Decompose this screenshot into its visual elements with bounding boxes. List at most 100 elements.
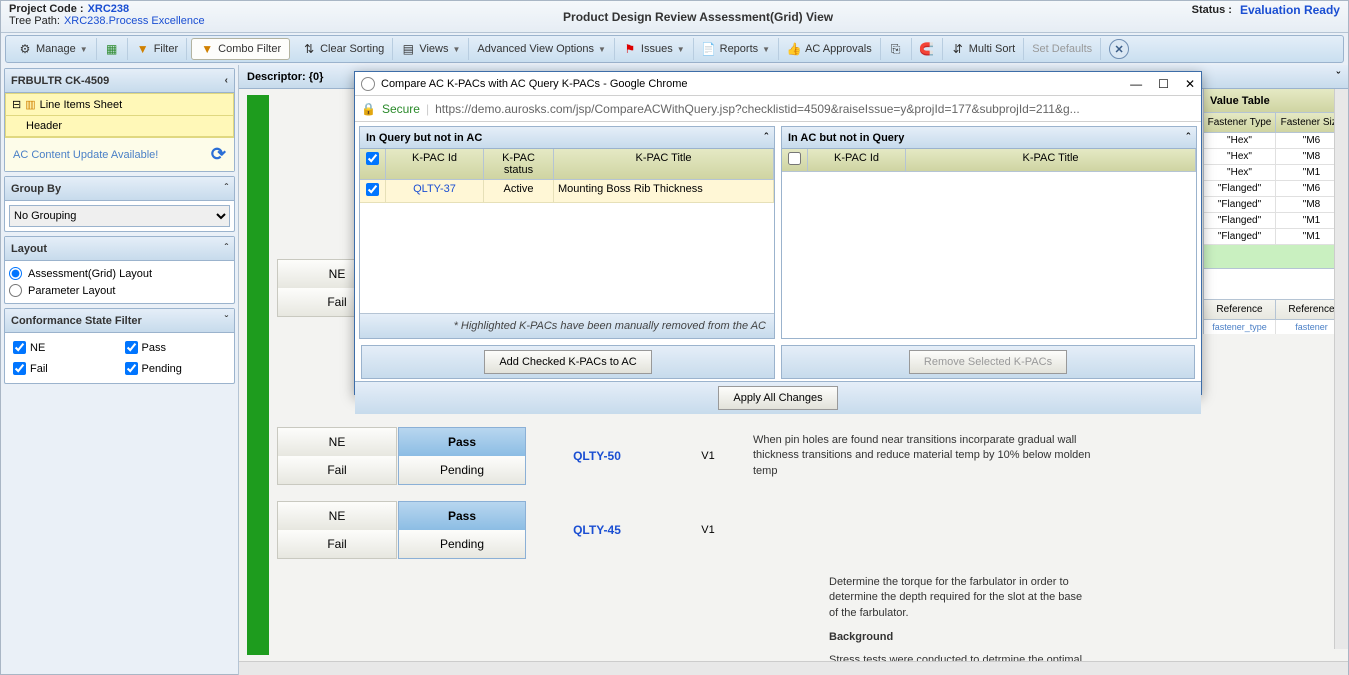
copy-button[interactable]: ⎘ bbox=[881, 38, 912, 60]
close-toolbar-button[interactable]: ✕ bbox=[1109, 39, 1129, 59]
select-all-checkbox[interactable] bbox=[788, 152, 801, 165]
adv-view-button[interactable]: Advanced View Options▼ bbox=[469, 38, 615, 60]
chevron-up-icon[interactable]: ˆ bbox=[225, 243, 228, 254]
col-kpac-id: K-PAC Id bbox=[386, 149, 484, 179]
layout-radio-param[interactable] bbox=[9, 284, 22, 297]
sort-icon: ⇅ bbox=[302, 42, 316, 56]
project-code-link[interactable]: XRC238 bbox=[88, 3, 130, 15]
table-row[interactable]: "Flanged""M1 bbox=[1204, 213, 1348, 229]
value-table-panel: Value Table Fastener TypeFastener Size "… bbox=[1203, 89, 1348, 334]
add-kpacs-button[interactable]: Add Checked K-PACs to AC bbox=[484, 350, 651, 374]
sidebar-title: FRBULTR CK-4509 bbox=[11, 75, 109, 87]
col-kpac-status: K-PAC status bbox=[484, 149, 554, 179]
reports-button[interactable]: 📄Reports▼ bbox=[694, 38, 779, 60]
approvals-button[interactable]: 👍AC Approvals bbox=[779, 38, 881, 60]
excel-button[interactable]: ▦ bbox=[97, 38, 128, 60]
tree-path-link[interactable]: XRC238.Process Excellence bbox=[64, 15, 205, 27]
table-row[interactable]: "Flanged""M8 bbox=[1204, 197, 1348, 213]
grouping-select[interactable]: No Grouping bbox=[9, 205, 230, 227]
multi-sort-button[interactable]: ⇵Multi Sort bbox=[943, 38, 1024, 60]
combo-filter-button[interactable]: ▼Combo Filter bbox=[191, 38, 290, 60]
tree-header-node[interactable]: Header bbox=[5, 116, 234, 137]
pending-button[interactable]: Pending bbox=[399, 530, 525, 558]
pass-button[interactable]: Pass bbox=[399, 428, 525, 456]
dialog-title: Compare AC K-PACs with AC Query K-PACs -… bbox=[381, 78, 687, 90]
conf-filter-title: Conformance State Filter bbox=[11, 315, 142, 327]
excel-icon: ▦ bbox=[105, 42, 119, 56]
chevron-down-icon[interactable]: ˇ bbox=[225, 315, 228, 326]
views-icon: ▤ bbox=[401, 42, 415, 56]
tree-line-items[interactable]: ⊟▥Line Items Sheet bbox=[5, 93, 234, 116]
collapse-icon[interactable]: ˆ bbox=[764, 132, 768, 144]
version-cell: V1 bbox=[668, 427, 748, 485]
kpac-status: Active bbox=[484, 180, 554, 202]
favicon-icon bbox=[361, 77, 375, 91]
chevron-down-icon[interactable]: ˇ bbox=[1336, 71, 1340, 83]
removed-note: * Highlighted K-PACs have been manually … bbox=[360, 313, 774, 338]
kpac-title: Mounting Boss Rib Thickness bbox=[554, 180, 774, 202]
horizontal-scrollbar[interactable] bbox=[239, 661, 1348, 675]
row-description: Determine the torque for the farbulator … bbox=[829, 575, 1089, 621]
magnet-button[interactable]: 🧲 bbox=[912, 38, 943, 60]
row-description: When pin holes are found near transition… bbox=[753, 433, 1105, 479]
views-button[interactable]: ▤Views▼ bbox=[393, 38, 469, 60]
filter-button[interactable]: ▼Filter bbox=[128, 38, 187, 60]
issues-icon: ⚑ bbox=[623, 42, 637, 56]
fail-button[interactable]: Fail bbox=[278, 530, 396, 558]
pass-button[interactable]: Pass bbox=[399, 502, 525, 530]
set-defaults-button[interactable]: Set Defaults bbox=[1024, 38, 1101, 60]
collapse-icon[interactable]: ˆ bbox=[1186, 132, 1190, 144]
ref-sub[interactable]: fastener_type bbox=[1204, 320, 1276, 334]
cb-pass[interactable] bbox=[125, 341, 138, 354]
kpac-link[interactable]: QLTY-50 bbox=[573, 449, 621, 463]
url-bar[interactable]: https://demo.aurosks.com/jsp/CompareACWi… bbox=[435, 102, 1195, 116]
descriptor-label: Descriptor: {0} bbox=[247, 71, 323, 83]
multisort-icon: ⇵ bbox=[951, 42, 965, 56]
left-panel-title: In Query but not in AC bbox=[366, 132, 482, 144]
pending-button[interactable]: Pending bbox=[399, 456, 525, 484]
table-row[interactable]: "Hex""M8 bbox=[1204, 149, 1348, 165]
minimize-button[interactable]: — bbox=[1130, 77, 1142, 91]
page-title: Product Design Review Assessment(Grid) V… bbox=[563, 10, 833, 24]
compare-dialog: Compare AC K-PACs with AC Query K-PACs -… bbox=[354, 71, 1202, 395]
close-button[interactable]: ✕ bbox=[1185, 77, 1195, 91]
apply-changes-button[interactable]: Apply All Changes bbox=[718, 386, 837, 410]
table-row[interactable]: "Hex""M1 bbox=[1204, 165, 1348, 181]
copy-icon: ⎘ bbox=[889, 42, 903, 56]
clear-sorting-button[interactable]: ⇅Clear Sorting bbox=[294, 38, 393, 60]
row-checkbox[interactable] bbox=[366, 183, 379, 196]
cb-pending[interactable] bbox=[125, 362, 138, 375]
issues-button[interactable]: ⚑Issues▼ bbox=[615, 38, 694, 60]
manage-button[interactable]: ⚙Manage▼ bbox=[10, 38, 97, 60]
ref-header: Reference bbox=[1204, 300, 1276, 319]
maximize-button[interactable]: ☐ bbox=[1158, 77, 1169, 91]
background-label: Background bbox=[829, 630, 1089, 645]
chevron-up-icon[interactable]: ˆ bbox=[225, 183, 228, 194]
version-cell: V1 bbox=[668, 501, 748, 559]
right-panel-title: In AC but not in Query bbox=[788, 132, 904, 144]
table-row[interactable]: "Flanged""M1 bbox=[1204, 229, 1348, 245]
ne-button[interactable]: NE bbox=[278, 428, 396, 456]
table-row[interactable]: "Flanged""M6 bbox=[1204, 181, 1348, 197]
cb-fail[interactable] bbox=[13, 362, 26, 375]
collapse-icon[interactable]: ‹ bbox=[225, 75, 228, 86]
remove-kpacs-button[interactable]: Remove Selected K-PACs bbox=[909, 350, 1067, 374]
lock-icon: 🔒 bbox=[361, 102, 376, 116]
col-kpac-title: K-PAC Title bbox=[906, 149, 1196, 171]
sync-icon[interactable]: ⟳ bbox=[211, 144, 226, 165]
group-by-title: Group By bbox=[11, 183, 61, 195]
table-row[interactable]: "Hex""M6 bbox=[1204, 133, 1348, 149]
ne-button[interactable]: NE bbox=[278, 502, 396, 530]
thumb-icon: 👍 bbox=[787, 42, 801, 56]
vertical-scrollbar[interactable] bbox=[1334, 89, 1348, 649]
kpac-link[interactable]: QLTY-45 bbox=[573, 523, 621, 537]
cb-ne[interactable] bbox=[13, 341, 26, 354]
fail-button[interactable]: Fail bbox=[278, 456, 396, 484]
project-code-label: Project Code : bbox=[9, 3, 84, 15]
value-table-title: Value Table bbox=[1204, 89, 1348, 113]
select-all-checkbox[interactable] bbox=[366, 152, 379, 165]
status-label: Status : bbox=[1192, 4, 1232, 16]
kpac-id-link[interactable]: QLTY-37 bbox=[413, 183, 456, 195]
layout-radio-grid[interactable] bbox=[9, 267, 22, 280]
minus-icon: ⊟ bbox=[12, 98, 21, 111]
